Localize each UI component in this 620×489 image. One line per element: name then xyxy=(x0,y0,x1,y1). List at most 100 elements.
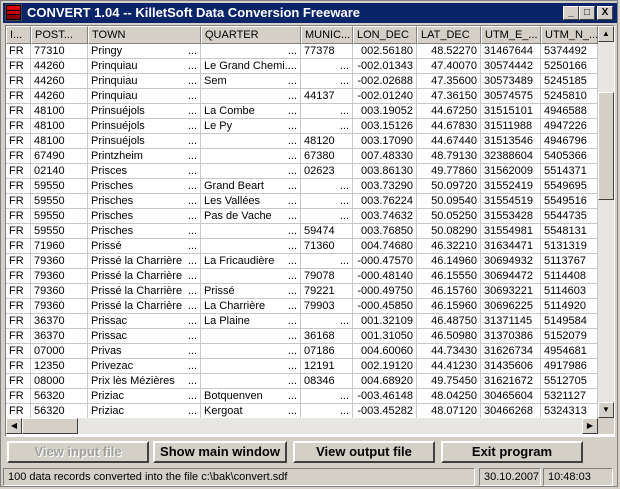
cell-quarter[interactable]: Prissé... xyxy=(201,284,301,299)
cell-utm-east[interactable]: 30694932 xyxy=(481,254,541,269)
ellipsis-button[interactable]: ... xyxy=(288,194,297,208)
column-header-lon-dec[interactable]: LON_DEC xyxy=(353,26,417,44)
ellipsis-button[interactable]: ... xyxy=(188,224,197,238)
cell-quarter[interactable]: La Plaine... xyxy=(201,314,301,329)
cell-postcode[interactable]: 59550 xyxy=(31,224,88,239)
cell-utm-east[interactable]: 31513546 xyxy=(481,134,541,149)
cell-country[interactable]: FR xyxy=(6,179,31,194)
cell-town[interactable]: Prisches... xyxy=(88,209,201,224)
cell-lat-dec[interactable]: 50.09540 xyxy=(417,194,481,209)
cell-town[interactable]: Prissac... xyxy=(88,329,201,344)
cell-town[interactable]: Prisches... xyxy=(88,179,201,194)
cell-country[interactable]: FR xyxy=(6,74,31,89)
cell-lon-dec[interactable]: 001.32109 xyxy=(353,314,417,329)
cell-lon-dec[interactable]: -000.47570 xyxy=(353,254,417,269)
cell-country[interactable]: FR xyxy=(6,389,31,404)
table-row[interactable]: FR 48100 Prinsuéjols... Le Py...... 003.1512… xyxy=(6,119,598,134)
cell-lat-dec[interactable]: 46.14960 xyxy=(417,254,481,269)
view-output-file-button[interactable]: View output file xyxy=(293,441,435,463)
scroll-left-arrow-icon[interactable]: ◀ xyxy=(6,418,22,434)
cell-lat-dec[interactable]: 44.67250 xyxy=(417,104,481,119)
cell-lat-dec[interactable]: 46.15550 xyxy=(417,269,481,284)
cell-utm-east[interactable]: 31554981 xyxy=(481,224,541,239)
cell-lat-dec[interactable]: 46.15760 xyxy=(417,284,481,299)
table-row[interactable]: FR 08000 Prix lès Mézières...... 08346 004.6… xyxy=(6,374,598,389)
cell-utm-east[interactable]: 31552419 xyxy=(481,179,541,194)
app-icon[interactable] xyxy=(5,4,22,21)
cell-municipality[interactable]: 44137 xyxy=(301,89,353,104)
cell-town[interactable]: Privezac... xyxy=(88,359,201,374)
cell-quarter[interactable]: Le Grand Chemi...... xyxy=(201,59,301,74)
cell-postcode[interactable]: 79360 xyxy=(31,254,88,269)
cell-lon-dec[interactable]: 004.60060 xyxy=(353,344,417,359)
cell-lat-dec[interactable]: 47.35600 xyxy=(417,74,481,89)
ellipsis-button[interactable]: ... xyxy=(188,149,197,163)
cell-utm-north[interactable]: 5324313 xyxy=(541,404,598,419)
cell-lat-dec[interactable]: 50.09720 xyxy=(417,179,481,194)
cell-municipality[interactable]: ... xyxy=(301,194,353,209)
cell-municipality[interactable]: 67380 xyxy=(301,149,353,164)
cell-utm-east[interactable]: 30574442 xyxy=(481,59,541,74)
ellipsis-button[interactable]: ... xyxy=(188,359,197,373)
cell-lat-dec[interactable]: 44.73430 xyxy=(417,344,481,359)
cell-utm-north[interactable]: 5405366 xyxy=(541,149,598,164)
cell-town[interactable]: Prix lès Mézières... xyxy=(88,374,201,389)
cell-utm-north[interactable]: 5114920 xyxy=(541,299,598,314)
cell-town[interactable]: Priziac... xyxy=(88,389,201,404)
cell-lat-dec[interactable]: 44.67830 xyxy=(417,119,481,134)
cell-postcode[interactable]: 77310 xyxy=(31,44,88,59)
cell-country[interactable]: FR xyxy=(6,224,31,239)
cell-postcode[interactable]: 79360 xyxy=(31,269,88,284)
cell-utm-east[interactable]: 31467644 xyxy=(481,44,541,59)
column-header-lat-dec[interactable]: LAT_DEC xyxy=(417,26,481,44)
cell-postcode[interactable]: 02140 xyxy=(31,164,88,179)
cell-town[interactable]: Prissé la Charrière... xyxy=(88,269,201,284)
table-row[interactable]: FR 44260 Prinquiau... Sem...... -002.02688 47… xyxy=(6,74,598,89)
cell-utm-north[interactable]: 5321127 xyxy=(541,389,598,404)
cell-quarter[interactable]: ... xyxy=(201,344,301,359)
cell-lon-dec[interactable]: 003.74632 xyxy=(353,209,417,224)
cell-lon-dec[interactable]: 002.56180 xyxy=(353,44,417,59)
cell-utm-north[interactable]: 4917986 xyxy=(541,359,598,374)
cell-utm-east[interactable]: 30693221 xyxy=(481,284,541,299)
cell-postcode[interactable]: 56320 xyxy=(31,389,88,404)
cell-utm-north[interactable]: 5131319 xyxy=(541,239,598,254)
cell-lon-dec[interactable]: 007.48330 xyxy=(353,149,417,164)
cell-country[interactable]: FR xyxy=(6,359,31,374)
cell-utm-east[interactable]: 31435606 xyxy=(481,359,541,374)
vertical-scroll-thumb[interactable] xyxy=(598,92,614,200)
ellipsis-button[interactable]: ... xyxy=(188,344,197,358)
cell-utm-east[interactable]: 31370386 xyxy=(481,329,541,344)
cell-utm-north[interactable]: 5549516 xyxy=(541,194,598,209)
ellipsis-button[interactable]: ... xyxy=(188,299,197,313)
cell-lon-dec[interactable]: 001.31050 xyxy=(353,329,417,344)
cell-lon-dec[interactable]: 003.76850 xyxy=(353,224,417,239)
cell-lon-dec[interactable]: 004.74680 xyxy=(353,239,417,254)
table-row[interactable]: FR 48100 Prinsuéjols... La Combe...... 003.1… xyxy=(6,104,598,119)
cell-country[interactable]: FR xyxy=(6,59,31,74)
cell-town[interactable]: Prinquiau... xyxy=(88,89,201,104)
cell-lat-dec[interactable]: 48.04250 xyxy=(417,389,481,404)
cell-country[interactable]: FR xyxy=(6,254,31,269)
cell-utm-east[interactable]: 31626734 xyxy=(481,344,541,359)
cell-municipality[interactable]: ... xyxy=(301,209,353,224)
cell-postcode[interactable]: 59550 xyxy=(31,194,88,209)
cell-utm-north[interactable]: 5152079 xyxy=(541,329,598,344)
cell-lat-dec[interactable]: 46.15960 xyxy=(417,299,481,314)
ellipsis-button[interactable]: ... xyxy=(188,404,197,418)
table-row[interactable]: FR 02140 Prisces...... 02623 003.86130 49.778… xyxy=(6,164,598,179)
cell-country[interactable]: FR xyxy=(6,269,31,284)
ellipsis-button[interactable]: ... xyxy=(288,44,297,58)
cell-country[interactable]: FR xyxy=(6,119,31,134)
ellipsis-button[interactable]: ... xyxy=(288,314,297,328)
ellipsis-button[interactable]: ... xyxy=(288,284,297,298)
cell-lon-dec[interactable]: 003.19052 xyxy=(353,104,417,119)
cell-town[interactable]: Prisches... xyxy=(88,194,201,209)
cell-town[interactable]: Prissé la Charrière... xyxy=(88,254,201,269)
cell-town[interactable]: Privas... xyxy=(88,344,201,359)
cell-utm-north[interactable]: 5113767 xyxy=(541,254,598,269)
ellipsis-button[interactable]: ... xyxy=(288,224,297,238)
cell-lon-dec[interactable]: 003.76224 xyxy=(353,194,417,209)
ellipsis-button[interactable]: ... xyxy=(188,314,197,328)
cell-utm-east[interactable]: 31511988 xyxy=(481,119,541,134)
